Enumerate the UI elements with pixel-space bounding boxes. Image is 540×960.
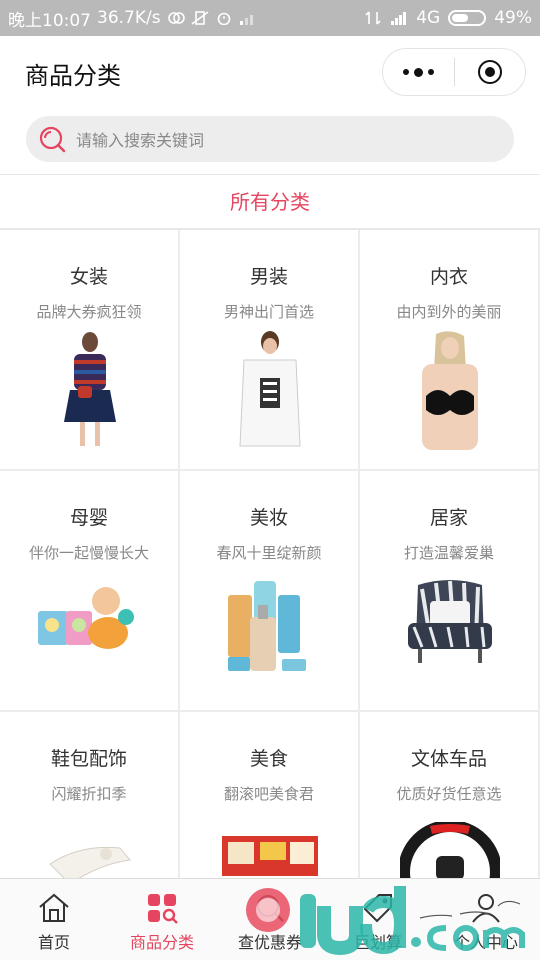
category-item-lingerie[interactable]: 内衣 由内到外的美丽 xyxy=(360,230,540,471)
category-name: 男装 xyxy=(249,266,288,288)
sync-icon xyxy=(167,12,185,24)
tab-label: 查优惠券 xyxy=(237,933,302,952)
category-subtitle: 品牌大券疯狂领 xyxy=(36,303,142,321)
tab-profile[interactable]: 个人中心 xyxy=(432,879,540,960)
category-name: 美食 xyxy=(249,748,288,770)
status-time: 晚上10:07 xyxy=(8,10,91,31)
status-battery: 49% xyxy=(494,8,532,28)
category-name: 美妆 xyxy=(249,507,288,529)
alarm-icon xyxy=(217,12,230,25)
tab-label: 商品分类 xyxy=(129,933,194,952)
page-title: 商品分类 xyxy=(25,62,121,90)
baby-toys-image xyxy=(38,587,134,649)
men-model-image xyxy=(239,331,301,447)
category-subtitle: 打造温馨爱巢 xyxy=(403,544,494,562)
category-name: 文体车品 xyxy=(410,748,487,770)
more-dot-icon xyxy=(402,69,409,75)
search-placeholder: 请输入搜索关键词 xyxy=(76,131,205,150)
miniprogram-capsule xyxy=(382,48,526,96)
vibrate-off-icon xyxy=(191,11,209,25)
data-transfer-icon xyxy=(365,11,381,25)
battery-icon xyxy=(448,10,487,26)
section-title-all-categories: 所有分类 xyxy=(230,190,310,214)
category-item-beauty[interactable]: 美妆 春风十里绽新颜 xyxy=(180,471,360,712)
women-model-image xyxy=(64,332,116,446)
bottom-tab-bar: 首页 商品分类 查优惠券 巨划算 个人中心 xyxy=(0,878,540,960)
category-subtitle: 由内到外的美丽 xyxy=(396,303,502,321)
status-bar: 晚上10:07 36.7K/s 4G 49% xyxy=(0,0,540,36)
tab-category[interactable]: 商品分类 xyxy=(108,879,216,960)
more-button[interactable] xyxy=(383,49,454,95)
status-speed: 36.7K/s xyxy=(97,8,161,28)
status-network: 4G xyxy=(416,8,441,28)
category-item-men[interactable]: 男装 男神出门首选 xyxy=(180,230,360,471)
divider xyxy=(0,174,540,175)
home-icon xyxy=(39,893,69,922)
category-subtitle: 伴你一起慢慢长大 xyxy=(28,544,149,562)
category-subtitle: 优质好货任意选 xyxy=(396,785,502,803)
armchair-image xyxy=(408,580,492,663)
user-icon xyxy=(472,894,500,923)
tab-label: 首页 xyxy=(37,933,70,952)
category-name: 鞋包配饰 xyxy=(50,748,127,770)
coupon-search-icon xyxy=(257,895,284,922)
tab-home[interactable]: 首页 xyxy=(0,879,108,960)
category-name: 母婴 xyxy=(69,507,108,529)
tab-deals[interactable]: 巨划算 xyxy=(324,879,432,960)
signal-weak-icon xyxy=(239,15,253,25)
category-subtitle: 春风十里绽新颜 xyxy=(216,544,322,562)
category-item-baby[interactable]: 母婴 伴你一起慢慢长大 xyxy=(0,471,180,712)
category-subtitle: 翻滚吧美食君 xyxy=(223,785,314,803)
tag-icon xyxy=(363,894,392,923)
category-name: 居家 xyxy=(429,507,468,529)
more-dot-icon xyxy=(427,69,434,75)
category-subtitle: 闪耀折扣季 xyxy=(51,785,127,803)
page-header: 商品分类 xyxy=(0,36,540,110)
signal-icon xyxy=(391,12,407,25)
search-icon xyxy=(39,126,66,153)
tab-coupon-search[interactable]: 查优惠券 xyxy=(216,879,324,960)
tab-label: 个人中心 xyxy=(453,933,518,952)
category-name: 内衣 xyxy=(429,266,468,288)
cosmetics-image xyxy=(228,581,306,671)
more-dot-icon xyxy=(413,67,423,77)
search-input[interactable]: 请输入搜索关键词 xyxy=(26,116,514,162)
lingerie-model-image xyxy=(422,331,478,450)
close-icon xyxy=(477,60,502,84)
category-item-women[interactable]: 女装 品牌大券疯狂领 xyxy=(0,230,180,471)
tab-label: 巨划算 xyxy=(353,933,402,952)
category-name: 女装 xyxy=(69,266,108,288)
category-item-home[interactable]: 居家 打造温馨爱巢 xyxy=(360,471,540,712)
category-subtitle: 男神出门首选 xyxy=(223,303,314,321)
category-icon xyxy=(148,894,178,924)
close-button[interactable] xyxy=(455,49,526,95)
